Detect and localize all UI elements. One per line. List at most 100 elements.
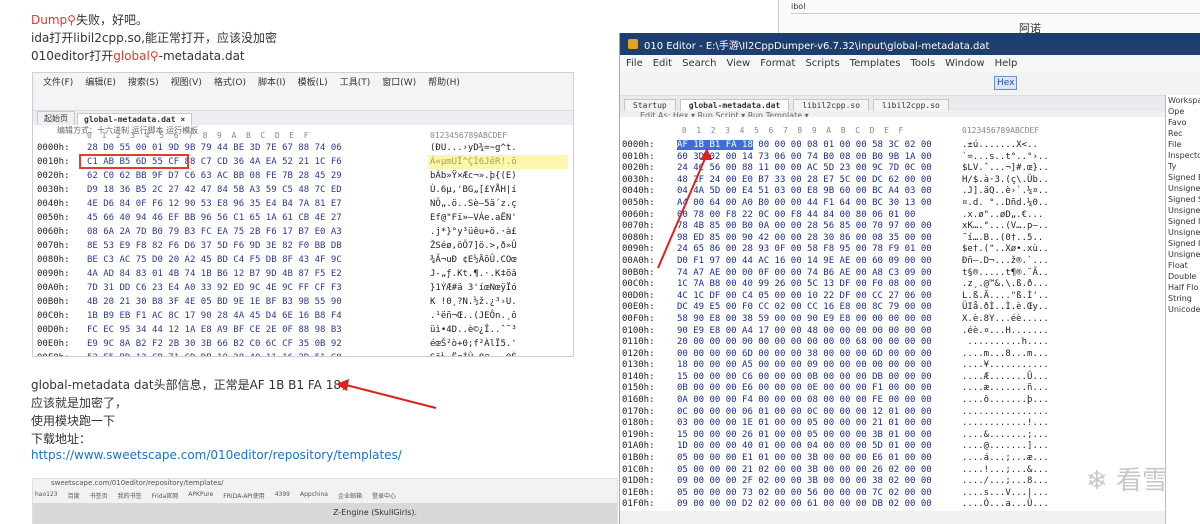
bookmark-item[interactable]: APKPure bbox=[188, 491, 213, 503]
inner-menu-item[interactable]: 模板(L) bbox=[298, 75, 328, 88]
right-panel-item[interactable]: Unsigne bbox=[1166, 249, 1200, 260]
hex-bytes: 04 4A 5D 00 E4 51 03 00 E8 9B 60 00 BC A… bbox=[677, 186, 932, 197]
para-download: 下载地址： bbox=[31, 432, 92, 446]
hex-ascii: ....&.......;... bbox=[962, 429, 1049, 440]
right-panel-item[interactable]: Signed I bbox=[1166, 216, 1200, 227]
inner-menu-item[interactable]: 视图(V) bbox=[171, 75, 202, 88]
hex-row: 00C0h: 1C 7A B8 00 40 99 26 00 5C 13 DF 0… bbox=[620, 279, 1165, 291]
hex-bytes: 78 4B 85 00 B0 0A 00 00 28 56 85 00 70 9… bbox=[677, 221, 932, 232]
hex-mode-button[interactable]: Hex bbox=[994, 76, 1018, 90]
bookmark-item[interactable]: Appchina bbox=[300, 491, 328, 503]
editor-menu-item[interactable]: View bbox=[726, 58, 750, 69]
inner-menu-item[interactable]: 格式(O) bbox=[214, 75, 246, 88]
right-panel-item[interactable]: Inspecto bbox=[1166, 150, 1200, 161]
bookmark-item[interactable]: 登录中心 bbox=[372, 491, 396, 503]
hex-bytes: 15 00 00 00 26 01 00 00 05 00 00 00 3B 0… bbox=[677, 429, 932, 440]
right-panel-item[interactable]: Unsigne bbox=[1166, 227, 1200, 238]
editor-menu-item[interactable]: Help bbox=[995, 58, 1018, 69]
hex-address: 00A0h: bbox=[622, 255, 655, 266]
right-panel-item[interactable]: Workspa bbox=[1166, 95, 1200, 106]
inner-menu-item[interactable]: 搜索(S) bbox=[128, 75, 159, 88]
editor-tab[interactable]: Startup bbox=[624, 99, 676, 111]
bookmark-item[interactable]: Frida官网 bbox=[152, 491, 179, 503]
inner-menu-item[interactable]: 窗口(W) bbox=[382, 75, 416, 88]
inner-menu-item[interactable]: 帮助(H) bbox=[428, 75, 460, 88]
templates-url-link[interactable]: https://www.sweetscape.com/010editor/rep… bbox=[31, 448, 402, 462]
hex-address: 00F0h: bbox=[622, 313, 655, 324]
bookmark-item[interactable]: 企业邮箱 bbox=[338, 491, 362, 503]
right-panel-item[interactable]: Ope bbox=[1166, 106, 1200, 117]
hex-row: 0080h: 98 ED 85 00 90 42 00 00 28 30 86 0… bbox=[620, 233, 1165, 245]
hex-row: 00C0h: 1B B9 EB F1 AC 8C 17 90 28 4A 45 D… bbox=[33, 309, 573, 323]
hex-row: 0060h: 08 6A 2A 7D B0 79 B3 FC EA 75 2B F… bbox=[33, 225, 573, 239]
hex-ascii: Ù.6µ,'BG„[£YÅH|í bbox=[430, 185, 517, 195]
editor-tab[interactable]: libil2cpp.so bbox=[873, 99, 949, 111]
hex-ascii: Ef@"Fï»–VÁe.aËN' bbox=[430, 213, 517, 223]
bookmark-item[interactable]: FRIDA-API使用 bbox=[223, 491, 264, 503]
bookmark-item[interactable]: 百度 bbox=[68, 491, 80, 503]
editor-menu-item[interactable]: Tools bbox=[911, 58, 936, 69]
inner-tab[interactable]: 起始页 bbox=[37, 111, 75, 125]
inner-menu-item[interactable]: 文件(F) bbox=[43, 75, 73, 88]
right-panel-item[interactable]: Ty bbox=[1166, 161, 1200, 172]
hex-row: 01D0h: 09 00 00 00 2F 02 00 00 3B 00 00 0… bbox=[620, 476, 1165, 488]
right-panel-item[interactable]: Rec bbox=[1166, 128, 1200, 139]
hex-ascii: ................ bbox=[962, 406, 1049, 417]
hex-address: 0150h: bbox=[622, 383, 655, 394]
right-panel-item[interactable]: Double bbox=[1166, 271, 1200, 282]
global-link[interactable]: global bbox=[113, 49, 150, 63]
hex-ascii: ....@.......]... bbox=[962, 441, 1049, 452]
hex-row: 0020h: 62 C0 62 BB 9F D7 C6 63 AC BB 08 F… bbox=[33, 169, 573, 183]
hex-ascii: `=...s..t°..°›.. bbox=[962, 151, 1049, 162]
right-panel-item[interactable]: Unsigne bbox=[1166, 183, 1200, 194]
editor-menu-item[interactable]: File bbox=[626, 58, 643, 69]
editor-menu-item[interactable]: Edit bbox=[653, 58, 672, 69]
dump-link[interactable]: Dump bbox=[31, 13, 67, 27]
inner-menu-item[interactable]: 工具(T) bbox=[340, 75, 371, 88]
hex-bytes: 58 90 E8 00 38 59 00 00 90 E9 E8 00 00 0… bbox=[677, 313, 932, 324]
hex-row: 0070h: 8E 53 E9 F8 82 F6 D6 37 5D F6 9D 3… bbox=[33, 239, 573, 253]
bookmark-item[interactable]: 我的书签 bbox=[118, 491, 142, 503]
editor-menu-item[interactable]: Search bbox=[682, 58, 716, 69]
hex-bytes: 20 00 00 00 00 00 00 00 00 00 00 68 00 0… bbox=[677, 337, 932, 348]
right-panel-item[interactable]: Half Flo bbox=[1166, 282, 1200, 293]
right-panel-item[interactable]: String bbox=[1166, 293, 1200, 304]
bookmark-item[interactable]: hao123 bbox=[35, 491, 58, 503]
right-panel-item[interactable]: Float bbox=[1166, 260, 1200, 271]
right-panel-item[interactable]: File bbox=[1166, 139, 1200, 150]
hex-ascii: ....Æ.......Û... bbox=[962, 371, 1049, 382]
hex-bytes: 62 C0 62 BB 9F D7 C6 63 AC BB 08 FE 7B 2… bbox=[87, 171, 342, 181]
right-panel-item[interactable]: Unsigne bbox=[1166, 205, 1200, 216]
hex-bytes: 4E D6 84 0F F6 12 90 53 E8 96 35 E4 B4 7… bbox=[87, 199, 342, 209]
editor-hex-view[interactable]: 0000h: AF 1B B1 FA 18 00 00 00 08 01 00 0… bbox=[620, 140, 1165, 511]
inner-hex-view: 0000h: 28 D0 55 00 01 9D 9B 79 44 BE 3D 7… bbox=[33, 141, 573, 356]
right-panel-item[interactable]: Favo bbox=[1166, 117, 1200, 128]
editor-menu-item[interactable]: Templates bbox=[850, 58, 901, 69]
hex-ascii: Ðñ—.D¬...ž®.`... bbox=[962, 255, 1049, 266]
editor-tab[interactable]: global-metadata.dat bbox=[679, 99, 790, 111]
bookmarks-bar: hao123 百度 书签页 我的书签 Frida官网 APKPure FRIDA-API使用… bbox=[33, 491, 617, 503]
bookmark-item[interactable]: 书签页 bbox=[90, 491, 108, 503]
editor-menu-item[interactable]: Format bbox=[760, 58, 795, 69]
editor-menu-item[interactable]: Scripts bbox=[805, 58, 839, 69]
browser-url: sweetscape.com/010editor/repository/temp… bbox=[51, 479, 224, 487]
hex-row: 0130h: 18 00 00 00 A5 00 00 00 09 00 00 0… bbox=[620, 360, 1165, 372]
inner-menu-item[interactable]: 编辑(E) bbox=[85, 75, 116, 88]
editor-menu-item[interactable]: Window bbox=[945, 58, 984, 69]
right-panel-item[interactable]: Signed B bbox=[1166, 172, 1200, 183]
hex-row: 0090h: 4A AD 84 83 01 4B 74 1B B6 12 B7 9… bbox=[33, 267, 573, 281]
bookmark-item[interactable]: 4399 bbox=[275, 491, 290, 503]
blog-line-1: Dump⚲失败，好吧。 bbox=[31, 13, 148, 27]
hex-ascii: $e†.("..Xø•.xù.. bbox=[962, 244, 1049, 255]
hex-row: 0100h: 90 E9 E8 00 A4 17 00 00 48 00 00 0… bbox=[620, 326, 1165, 338]
inner-tab[interactable]: global-metadata.dat × bbox=[77, 113, 193, 125]
hex-ascii: .x.ø"..øD„.€... bbox=[962, 209, 1044, 220]
right-panel-item[interactable]: Signed S bbox=[1166, 194, 1200, 205]
hex-address: 00D0h: bbox=[622, 290, 655, 301]
hex-ascii: bÀb»Ÿ×Æc¬».þ{(E) bbox=[430, 171, 517, 181]
right-panel-item[interactable]: Signed I bbox=[1166, 238, 1200, 249]
editor-tab[interactable]: libil2cpp.so bbox=[793, 99, 870, 111]
inner-menu-item[interactable]: 脚本(I) bbox=[258, 75, 286, 88]
right-panel-item[interactable]: Unicode bbox=[1166, 304, 1200, 315]
hex-bytes: 1C 7A B8 00 40 99 26 00 5C 13 DF 00 F0 0… bbox=[677, 279, 932, 290]
